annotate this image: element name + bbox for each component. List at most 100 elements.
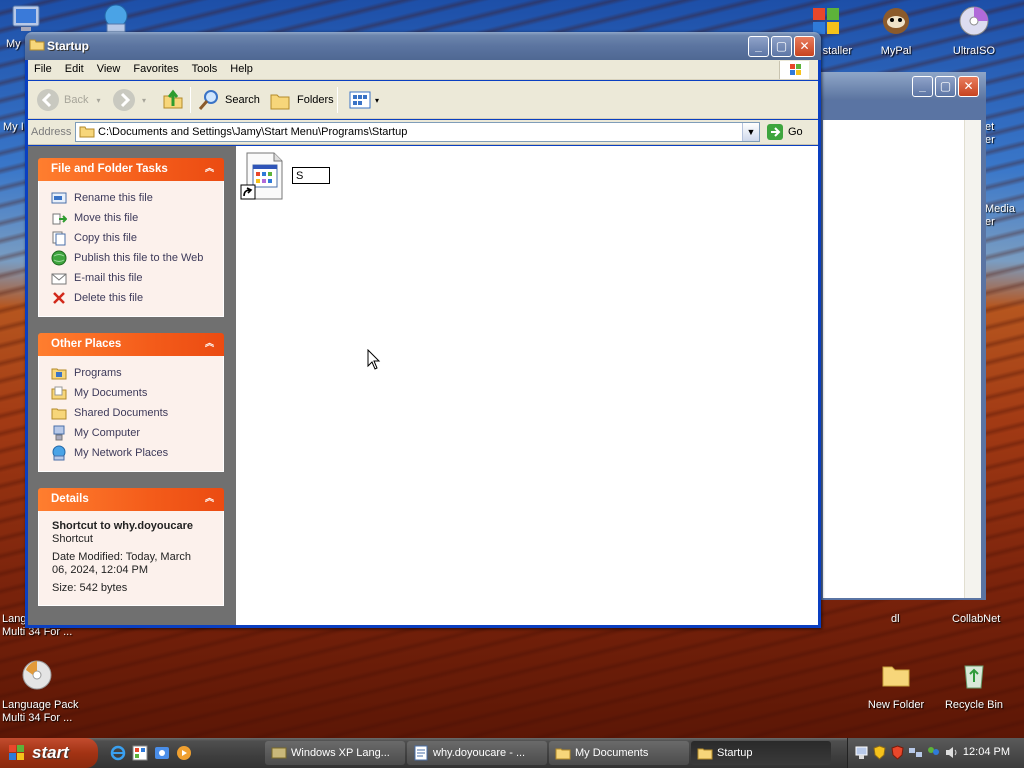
place-programs[interactable]: Programs	[51, 363, 223, 383]
task-move-file[interactable]: Move this file	[51, 208, 223, 228]
desktop-icon-mypal[interactable]: MyPal	[854, 4, 938, 58]
tray-volume-icon[interactable]	[944, 745, 959, 760]
task-rename-file[interactable]: Rename this file	[51, 188, 223, 208]
taskbar-item-why-doyoucare[interactable]: why.doyoucare - ...	[407, 741, 547, 765]
background-window-titlebar[interactable]: _ ▢ ✕	[820, 72, 986, 100]
tray-security-shield-icon[interactable]	[872, 745, 887, 760]
place-label: Programs	[74, 367, 122, 379]
collapse-icon[interactable]: ︽	[203, 337, 216, 350]
taskbar-item-startup[interactable]: Startup	[691, 741, 831, 765]
address-dropdown-button[interactable]: ▼	[742, 123, 759, 141]
collapse-icon[interactable]: ︽	[203, 492, 216, 505]
go-label: Go	[788, 126, 803, 138]
place-shared-documents[interactable]: Shared Documents	[51, 403, 223, 423]
bg-close-button[interactable]: ✕	[958, 76, 979, 97]
views-button[interactable]: ▾	[348, 88, 379, 112]
clock[interactable]: 12:04 PM	[963, 746, 1010, 758]
taskbar-item-label: My Documents	[575, 747, 649, 759]
task-copy-file[interactable]: Copy this file	[51, 228, 223, 248]
task-label: Rename this file	[74, 192, 153, 204]
place-my-documents[interactable]: My Documents	[51, 383, 223, 403]
tray-connection-icon[interactable]	[908, 745, 923, 760]
file-item-shortcut[interactable]: S	[240, 151, 350, 203]
place-label: My Network Places	[74, 447, 169, 459]
chevron-down-icon[interactable]: ▾	[142, 96, 146, 105]
tray-network-icon[interactable]	[854, 745, 869, 760]
desktop-label-ultraiso: UltraISO	[952, 45, 996, 57]
task-publish-file[interactable]: Publish this file to the Web	[51, 248, 223, 268]
details-title: Details	[51, 493, 89, 505]
task-pane: File and Folder Tasks ︽ Rename this file…	[28, 146, 236, 625]
other-places-title: Other Places	[51, 338, 122, 350]
address-label: Address	[31, 126, 72, 138]
collapse-icon[interactable]: ︽	[203, 162, 216, 175]
details-header[interactable]: Details ︽	[38, 488, 224, 511]
tray-alert-shield-icon[interactable]	[890, 745, 905, 760]
desktop-icon-ultraiso[interactable]: UltraISO	[932, 4, 1016, 58]
desktop-icon-language-pack[interactable]: Language Pack Multi 34 For ...	[0, 658, 82, 725]
start-button[interactable]: start	[0, 738, 98, 768]
search-button[interactable]: Search	[197, 88, 260, 112]
menu-favorites[interactable]: Favorites	[127, 60, 185, 75]
delete-icon	[53, 292, 65, 304]
details-size: Size: 542 bytes	[52, 582, 128, 594]
mouse-cursor-icon	[367, 349, 381, 370]
back-button[interactable]: Back ▾	[36, 88, 100, 112]
tray-users-icon[interactable]	[926, 745, 941, 760]
menu-tools[interactable]: Tools	[186, 60, 225, 75]
file-tasks-header[interactable]: File and Folder Tasks ︽	[38, 158, 224, 181]
internet-explorer-icon[interactable]	[110, 745, 126, 761]
explorer-window[interactable]: Startup _ ▢ ✕ File Edit View Favorites Tools…	[25, 32, 821, 628]
address-bar: Address C:\Documents and Settings\Jamy\S…	[28, 120, 818, 145]
menu-file[interactable]: File	[28, 60, 59, 75]
place-my-network-places[interactable]: My Network Places	[51, 443, 223, 463]
minimize-button[interactable]: _	[748, 36, 769, 57]
menu-help[interactable]: Help	[224, 60, 260, 75]
folders-label: Folders	[297, 94, 334, 106]
up-folder-button[interactable]	[161, 88, 185, 112]
browser-icon[interactable]	[154, 745, 170, 761]
desktop-label-partial-2: Media er	[985, 203, 1015, 228]
desktop-icon-recycle-bin[interactable]: Recycle Bin	[932, 658, 1016, 712]
task-delete-file[interactable]: Delete this file	[51, 288, 223, 308]
window-titlebar[interactable]: Startup _ ▢ ✕	[25, 32, 821, 60]
forward-button[interactable]: ▾	[112, 88, 146, 112]
close-button[interactable]: ✕	[794, 36, 815, 57]
folders-button[interactable]: Folders	[269, 88, 334, 112]
network-icon	[52, 445, 66, 461]
paint-icon[interactable]	[132, 745, 148, 761]
desktop-label-language-pack: Language Pack Multi 34 For ...	[2, 699, 79, 724]
taskbar-item-windows-xp-lang[interactable]: Windows XP Lang...	[265, 741, 405, 765]
menu-view[interactable]: View	[91, 60, 128, 75]
computer-icon	[53, 425, 65, 441]
chevron-down-icon[interactable]: ▾	[96, 96, 100, 105]
background-window[interactable]: _ ▢ ✕	[820, 72, 986, 600]
documents-folder-icon	[51, 386, 67, 400]
media-player-icon[interactable]	[176, 745, 192, 761]
desktop-icon-new-folder[interactable]: New Folder	[854, 658, 938, 712]
folder-icon	[555, 748, 571, 760]
bg-minimize-button[interactable]: _	[912, 76, 933, 97]
task-email-file[interactable]: E-mail this file	[51, 268, 223, 288]
menu-edit[interactable]: Edit	[59, 60, 91, 75]
taskbar: start Windows XP Lang... why.doyoucare -…	[0, 738, 1024, 768]
desktop-label-dl[interactable]: dl	[891, 613, 900, 625]
background-window-body	[823, 120, 981, 598]
address-input[interactable]: C:\Documents and Settings\Jamy\Start Men…	[75, 122, 760, 142]
vertical-scrollbar[interactable]	[964, 120, 981, 598]
rename-input[interactable]: S	[292, 167, 330, 184]
file-list[interactable]: S	[236, 146, 818, 625]
other-places-header[interactable]: Other Places ︽	[38, 333, 224, 356]
task-label: E-mail this file	[74, 272, 143, 284]
chevron-down-icon[interactable]: ▾	[375, 96, 379, 105]
taskbar-item-my-documents[interactable]: My Documents	[549, 741, 689, 765]
place-my-computer[interactable]: My Computer	[51, 423, 223, 443]
desktop-label-recycle-bin: Recycle Bin	[944, 699, 1004, 711]
details-date-modified-2: 06, 2024, 12:04 PM	[52, 564, 149, 576]
desktop-label-collabnet[interactable]: CollabNet	[952, 613, 1000, 625]
folder-icon	[882, 666, 910, 687]
maximize-button[interactable]: ▢	[771, 36, 792, 57]
bg-maximize-button[interactable]: ▢	[935, 76, 956, 97]
details-body: Shortcut to why.doyoucare Shortcut Date …	[38, 511, 224, 606]
go-button[interactable]: Go	[766, 123, 803, 141]
